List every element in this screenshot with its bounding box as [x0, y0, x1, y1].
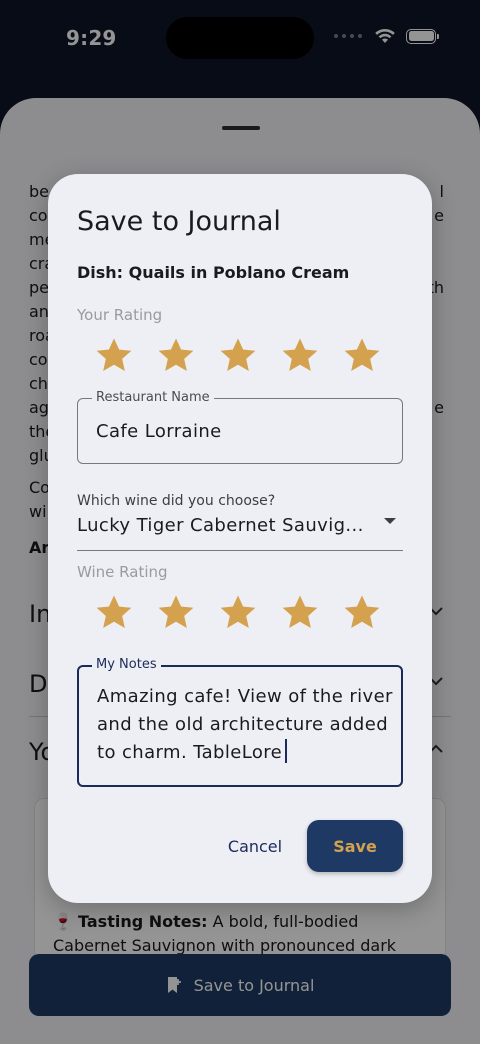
star-icon[interactable] — [96, 338, 132, 374]
star-icon[interactable] — [158, 595, 194, 631]
star-icon[interactable] — [96, 595, 132, 631]
dialog-title: Save to Journal — [77, 206, 281, 237]
restaurant-name-input[interactable]: Cafe Lorraine — [96, 421, 222, 442]
wine-rating-stars — [96, 595, 380, 631]
text-cursor — [285, 739, 288, 763]
star-icon[interactable] — [282, 338, 318, 374]
wine-select-underline — [77, 550, 403, 551]
your-rating-label: Your Rating — [77, 306, 163, 324]
restaurant-name-field[interactable]: Restaurant Name Cafe Lorraine — [77, 390, 403, 464]
wine-select[interactable]: Lucky Tiger Cabernet Sauvig... — [77, 515, 364, 536]
dropdown-arrow-icon[interactable] — [383, 514, 397, 528]
my-notes-label: My Notes — [92, 657, 161, 672]
star-icon[interactable] — [344, 338, 380, 374]
star-icon[interactable] — [220, 595, 256, 631]
dish-name: Dish: Quails in Poblano Cream — [77, 263, 350, 282]
star-icon[interactable] — [158, 338, 194, 374]
my-notes-text: Amazing cafe! View of the river and the … — [97, 686, 393, 763]
my-notes-input[interactable]: Amazing cafe! View of the river and the … — [97, 683, 393, 767]
star-icon[interactable] — [344, 595, 380, 631]
wine-select-label: Which wine did you choose? — [77, 493, 276, 509]
save-button[interactable]: Save — [307, 820, 403, 872]
star-icon[interactable] — [282, 595, 318, 631]
cancel-button[interactable]: Cancel — [216, 820, 294, 872]
star-icon[interactable] — [220, 338, 256, 374]
restaurant-name-label: Restaurant Name — [92, 390, 214, 405]
my-notes-field[interactable]: My Notes Amazing cafe! View of the river… — [77, 657, 403, 787]
wine-rating-label: Wine Rating — [77, 563, 168, 581]
your-rating-stars — [96, 338, 380, 374]
save-journal-dialog: Save to Journal Dish: Quails in Poblano … — [48, 174, 432, 903]
